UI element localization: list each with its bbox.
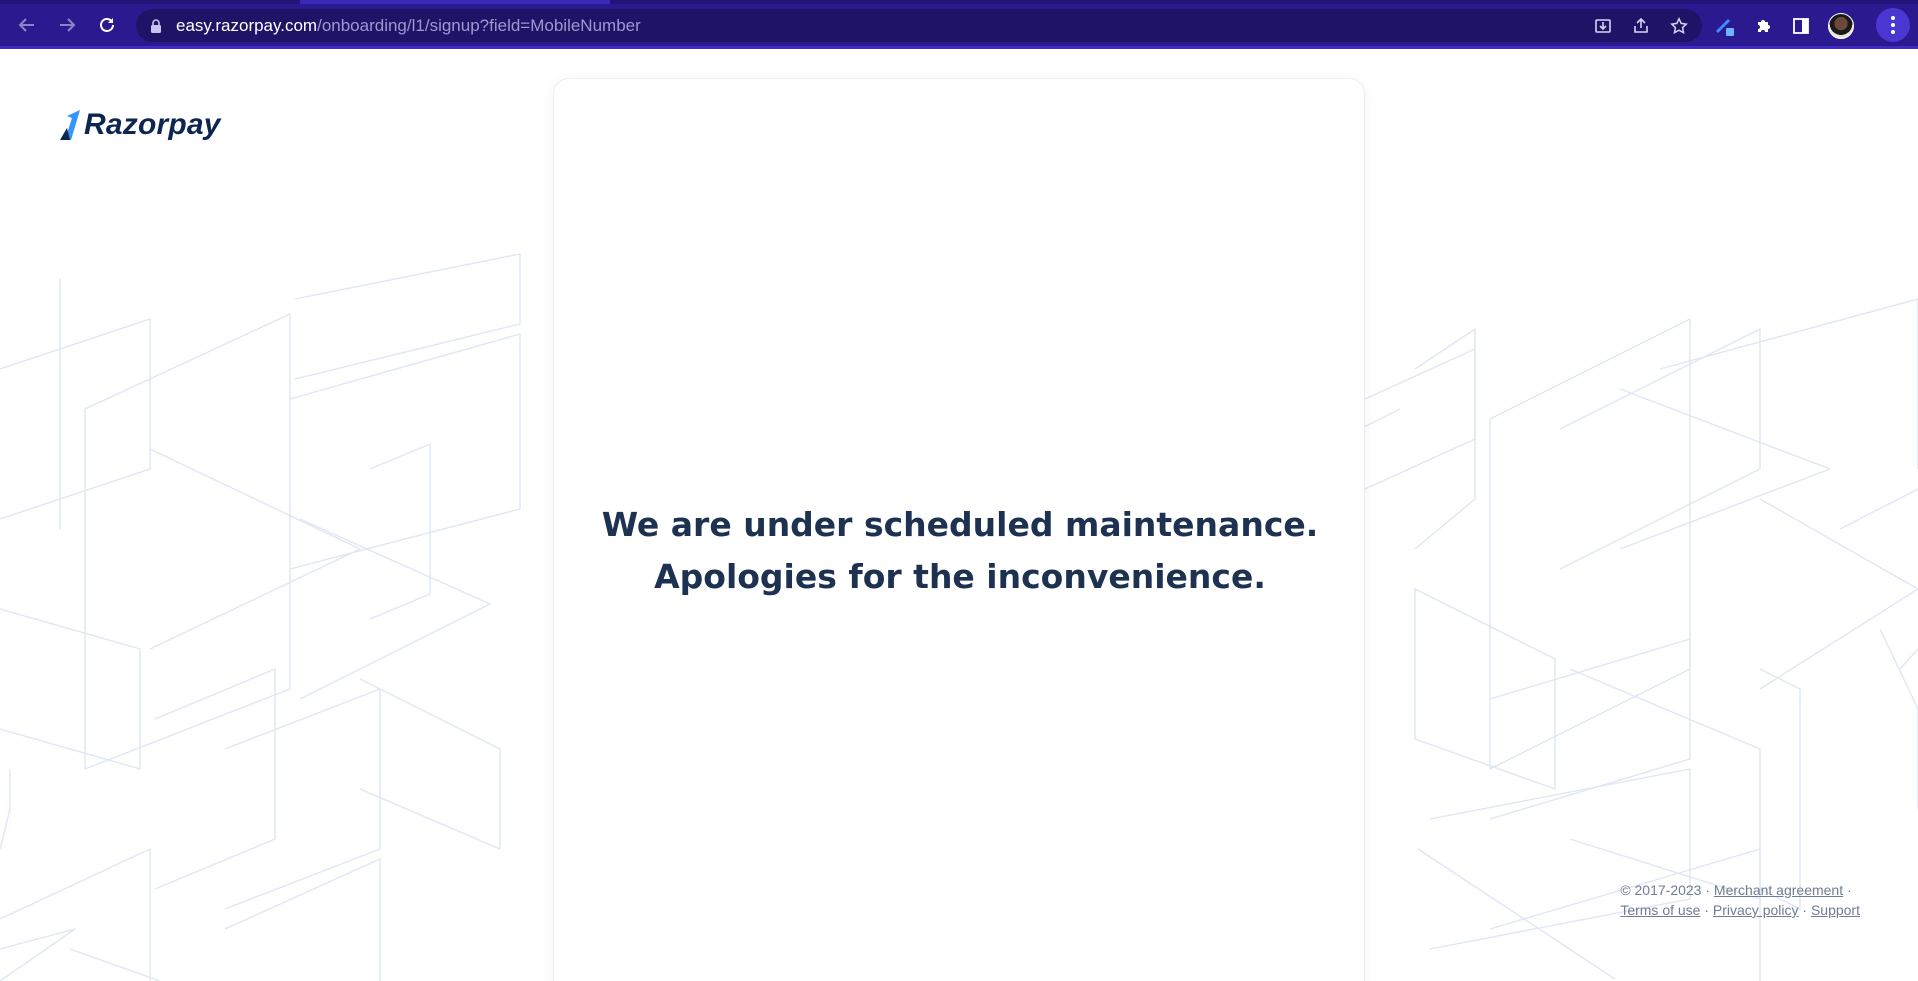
maintenance-heading: We are under scheduled maintenance.: [601, 505, 1319, 544]
pen-extension-icon[interactable]: [1714, 15, 1736, 37]
url-path: /onboarding/l1/signup?field=MobileNumber: [317, 15, 641, 35]
footer: © 2017-2023 · Merchant agreement · Terms…: [1620, 880, 1860, 920]
footer-line-1: © 2017-2023 · Merchant agreement ·: [1620, 880, 1860, 900]
footer-line-2: Terms of use · Privacy policy · Support: [1620, 900, 1860, 920]
privacy-policy-link[interactable]: Privacy policy: [1713, 902, 1799, 918]
razorpay-logo[interactable]: Razorpay: [58, 107, 221, 143]
share-icon[interactable]: [1632, 17, 1650, 35]
kebab-menu-icon[interactable]: [1876, 8, 1910, 42]
footer-separator: ·: [1847, 882, 1852, 898]
support-link[interactable]: Support: [1811, 902, 1860, 918]
footer-separator: ·: [1704, 902, 1710, 918]
terms-of-use-link[interactable]: Terms of use: [1620, 902, 1700, 918]
star-icon[interactable]: [1670, 16, 1688, 35]
page-content: Razorpay We are under scheduled maintena…: [0, 49, 1918, 981]
footer-separator: ·: [1802, 902, 1808, 918]
razorpay-logo-mark-icon: [60, 110, 80, 140]
maintenance-card: We are under scheduled maintenance. Apol…: [553, 78, 1365, 981]
arrow-right-icon[interactable]: [52, 10, 82, 40]
address-bar[interactable]: easy.razorpay.com/onboarding/l1/signup?f…: [136, 9, 1702, 42]
side-panel-icon[interactable]: [1792, 17, 1810, 35]
puzzle-icon[interactable]: [1754, 16, 1774, 36]
active-tab-indicator: [300, 0, 610, 4]
avatar-image: [1828, 12, 1854, 39]
tab-strip: [0, 0, 1918, 4]
url-text[interactable]: easy.razorpay.com/onboarding/l1/signup?f…: [176, 16, 641, 36]
install-icon[interactable]: [1594, 17, 1612, 35]
avatar[interactable]: [1828, 12, 1854, 39]
maintenance-message: We are under scheduled maintenance. Apol…: [554, 499, 1366, 603]
reload-icon[interactable]: [92, 10, 122, 40]
merchant-agreement-link[interactable]: Merchant agreement: [1714, 882, 1843, 898]
apology-text: Apologies for the inconvenience.: [654, 557, 1266, 596]
lock-icon[interactable]: [150, 18, 164, 33]
brand-name: Razorpay: [84, 108, 221, 141]
arrow-left-icon[interactable]: [12, 10, 42, 40]
url-host: easy.razorpay.com: [176, 15, 318, 35]
copyright-text: © 2017-2023 ·: [1620, 882, 1711, 898]
browser-toolbar: easy.razorpay.com/onboarding/l1/signup?f…: [0, 0, 1918, 49]
